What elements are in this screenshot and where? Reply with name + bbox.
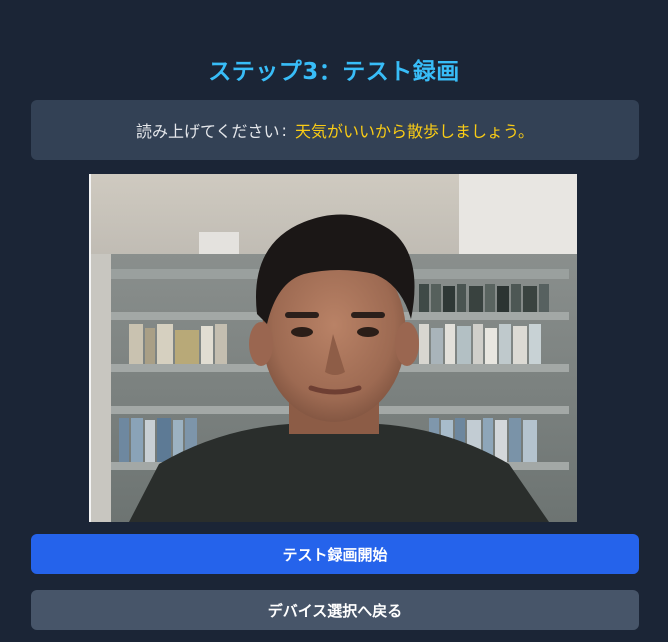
prompt-sentence: 天気がいいから散歩しましょう。: [294, 122, 534, 141]
back-to-device-select-button[interactable]: デバイス選択へ戻る: [31, 590, 639, 630]
start-test-recording-button[interactable]: テスト録画開始: [31, 534, 639, 574]
prompt-separator: :: [281, 120, 287, 140]
read-aloud-prompt: 読み上げてください : 天気がいいから散歩しましょう。: [31, 100, 639, 160]
step-title: ステップ3：テスト録画: [208, 59, 460, 85]
video-left-edge: [89, 174, 91, 522]
camera-preview: [89, 174, 577, 522]
camera-preview-image: [89, 174, 577, 522]
prompt-label: 読み上げてください: [136, 122, 280, 141]
